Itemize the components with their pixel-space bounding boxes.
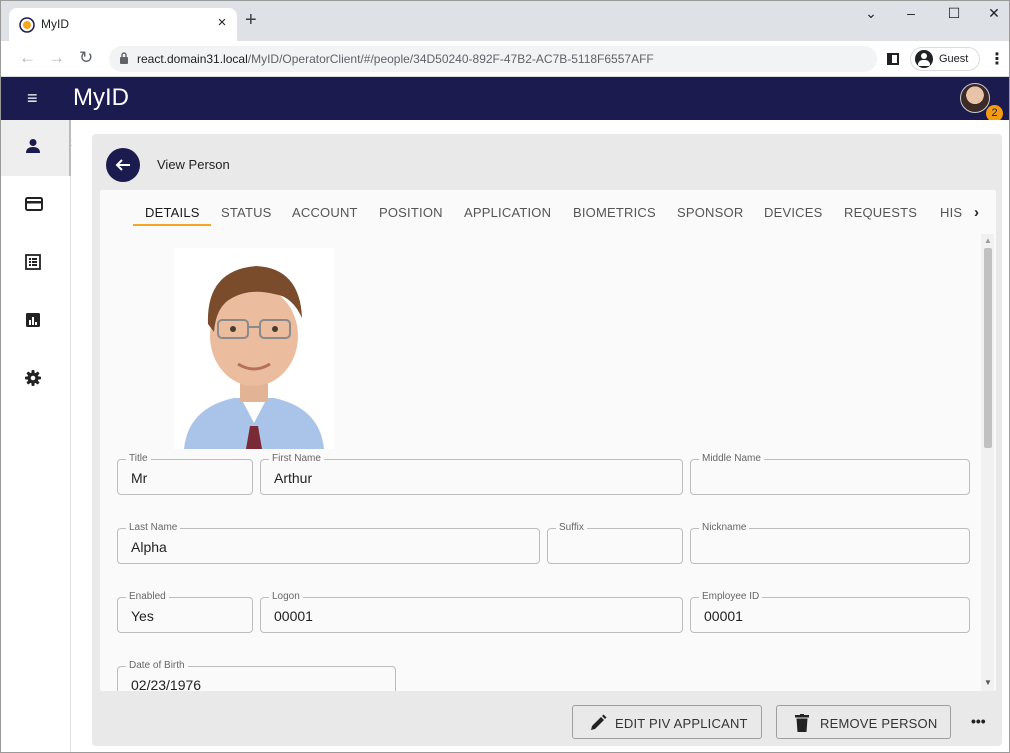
more-actions-icon[interactable]: ••• xyxy=(971,713,986,729)
tab-search-icon[interactable]: ⌄ xyxy=(856,5,886,22)
title-field[interactable]: Title Mr xyxy=(117,453,253,495)
myid-favicon-icon xyxy=(19,17,35,33)
scrollbar-thumb[interactable] xyxy=(984,248,992,448)
date-of-birth-field[interactable]: Date of Birth 02/23/1976 xyxy=(117,660,396,691)
new-tab-button[interactable]: + xyxy=(245,9,257,32)
gear-icon xyxy=(25,370,41,386)
url-text: react.domain31.local/MyID/OperatorClient… xyxy=(137,52,654,66)
user-avatar[interactable] xyxy=(960,83,990,113)
card-icon xyxy=(25,197,43,211)
pencil-icon xyxy=(591,714,607,730)
app-bar: ≡ MyID 2 xyxy=(1,77,1009,122)
edit-piv-applicant-label: EDIT PIV APPLICANT xyxy=(615,716,748,731)
lock-icon xyxy=(120,52,128,64)
middle-name-field[interactable]: Middle Name xyxy=(690,453,970,495)
view-person-panel: View Person DETAILS STATUS ACCOUNT POSIT… xyxy=(92,134,1002,746)
tab-history[interactable]: HIS xyxy=(940,205,962,220)
details-card: DETAILS STATUS ACCOUNT POSITION APPLICAT… xyxy=(100,190,996,691)
main-content: View Person DETAILS STATUS ACCOUNT POSIT… xyxy=(72,120,1009,752)
enabled-label: Enabled xyxy=(126,591,169,603)
tab-details[interactable]: DETAILS xyxy=(145,205,200,220)
tab-list: DETAILS STATUS ACCOUNT POSITION APPLICAT… xyxy=(100,190,968,234)
person-icon xyxy=(26,139,40,153)
title-value: Mr xyxy=(131,470,148,486)
nav-item-requests[interactable] xyxy=(1,236,71,292)
last-name-value: Alpha xyxy=(131,539,167,555)
browser-toolbar: ← → ↻ react.domain31.local/MyID/Operator… xyxy=(1,41,1009,77)
address-bar[interactable]: react.domain31.local/MyID/OperatorClient… xyxy=(109,46,877,72)
last-name-label: Last Name xyxy=(126,522,181,534)
browser-tab[interactable]: MyID × xyxy=(9,8,237,41)
person-photo-image xyxy=(174,248,334,449)
logon-label: Logon xyxy=(269,591,303,603)
tab-biometrics[interactable]: BIOMETRICS xyxy=(573,205,656,220)
url-path: /MyID/OperatorClient/#/people/34D50240-8… xyxy=(247,52,654,66)
suffix-field[interactable]: Suffix xyxy=(547,522,683,564)
nav-item-reports[interactable] xyxy=(1,294,71,350)
date-of-birth-label: Date of Birth xyxy=(126,660,188,672)
tab-position[interactable]: POSITION xyxy=(379,205,443,220)
employee-id-value: 00001 xyxy=(704,608,743,624)
tab-requests[interactable]: REQUESTS xyxy=(844,205,917,220)
nav-item-people[interactable] xyxy=(1,120,71,176)
scroll-up-icon[interactable]: ▲ xyxy=(984,236,992,245)
first-name-value: Arthur xyxy=(274,470,313,486)
tab-sponsor[interactable]: SPONSOR xyxy=(677,205,743,220)
first-name-label: First Name xyxy=(269,453,324,465)
enabled-value: Yes xyxy=(131,608,154,624)
logon-value: 00001 xyxy=(274,608,313,624)
logon-field[interactable]: Logon 00001 xyxy=(260,591,683,633)
nickname-field[interactable]: Nickname xyxy=(690,522,970,564)
tab-strip: MyID × + ⌄ – ☐ ✕ xyxy=(1,1,1009,41)
guest-avatar-icon xyxy=(915,50,933,68)
tab-devices[interactable]: DEVICES xyxy=(764,205,822,220)
person-photo xyxy=(174,248,334,449)
maximize-button[interactable]: ☐ xyxy=(939,5,969,22)
nickname-label: Nickname xyxy=(699,522,750,534)
back-button[interactable] xyxy=(106,148,140,182)
browser-window: MyID × + ⌄ – ☐ ✕ ← → ↻ react.domain31.lo… xyxy=(0,0,1010,753)
profile-button[interactable]: Guest xyxy=(910,47,980,71)
url-host: react.domain31.local xyxy=(137,52,248,66)
arrow-left-icon xyxy=(115,159,130,171)
close-window-button[interactable]: ✕ xyxy=(979,5,1009,22)
chart-icon xyxy=(26,313,40,327)
profile-label: Guest xyxy=(939,53,969,65)
edit-piv-applicant-button[interactable]: EDIT PIV APPLICANT xyxy=(572,705,762,739)
employee-id-label: Employee ID xyxy=(699,591,763,603)
suffix-label: Suffix xyxy=(556,522,587,534)
tab-status[interactable]: STATUS xyxy=(221,205,272,220)
active-tab-indicator xyxy=(133,224,211,226)
chevron-right-icon[interactable]: › xyxy=(974,204,979,221)
nav-item-settings[interactable] xyxy=(1,352,71,408)
forward-arrow-icon[interactable]: → xyxy=(48,48,65,68)
browser-menu-icon[interactable]: ⋮ xyxy=(989,49,1005,69)
nav-item-cards[interactable] xyxy=(1,178,71,234)
scroll-down-icon[interactable]: ▼ xyxy=(984,678,992,687)
employee-id-field[interactable]: Employee ID 00001 xyxy=(690,591,970,633)
list-icon xyxy=(25,254,41,270)
reload-icon[interactable]: ↻ xyxy=(79,48,93,68)
tab-account[interactable]: ACCOUNT xyxy=(292,205,358,220)
menu-collapse-icon[interactable]: ≡ xyxy=(27,88,38,109)
remove-person-label: REMOVE PERSON xyxy=(820,716,938,731)
middle-name-label: Middle Name xyxy=(699,453,764,465)
minimize-button[interactable]: – xyxy=(896,5,926,21)
app-title: MyID xyxy=(73,84,129,111)
page-title: View Person xyxy=(157,157,230,172)
date-of-birth-value: 02/23/1976 xyxy=(131,677,202,691)
back-arrow-icon[interactable]: ← xyxy=(19,48,36,68)
side-panel-icon[interactable] xyxy=(887,53,899,65)
tab-bar: DETAILS STATUS ACCOUNT POSITION APPLICAT… xyxy=(100,190,996,234)
tab-application[interactable]: APPLICATION xyxy=(464,205,551,220)
last-name-field[interactable]: Last Name Alpha xyxy=(117,522,540,564)
tab-title: MyID xyxy=(41,17,69,31)
remove-person-button[interactable]: REMOVE PERSON xyxy=(776,705,951,739)
left-nav xyxy=(1,120,71,752)
first-name-field[interactable]: First Name Arthur xyxy=(260,453,683,495)
trash-icon xyxy=(795,714,809,732)
tab-close-icon[interactable]: × xyxy=(213,14,231,31)
title-label: Title xyxy=(126,453,151,465)
enabled-field[interactable]: Enabled Yes xyxy=(117,591,253,633)
